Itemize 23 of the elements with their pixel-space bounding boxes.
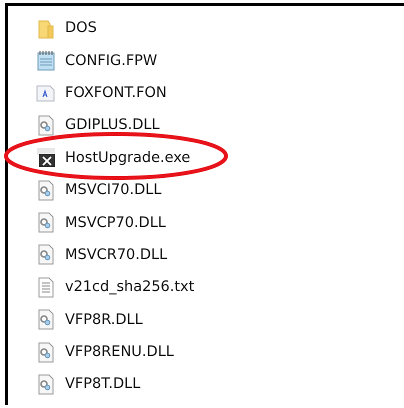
file-name[interactable]: GDIPLUS.DLL: [65, 117, 160, 134]
folder-icon: [36, 18, 56, 39]
gear-file-icon: [36, 114, 56, 136]
text-file-icon: [36, 276, 56, 298]
gear-file-icon: [36, 342, 56, 363]
file-name[interactable]: VFP8R.DLL: [65, 312, 143, 328]
file-name[interactable]: DOS: [65, 20, 97, 36]
file-name[interactable]: VFP8RENU.DLL: [65, 344, 174, 360]
file-name[interactable]: v21cd_sha256.txt: [65, 279, 194, 296]
file-name[interactable]: FOXFONT.FON: [65, 84, 167, 101]
file-name[interactable]: CONFIG.FPW: [65, 52, 158, 69]
gear-file-icon: [36, 212, 56, 234]
file-name[interactable]: MSVCI70.DLL: [65, 182, 162, 198]
gear-file-icon: [36, 244, 56, 266]
notepad-icon: [36, 50, 56, 72]
gear-file-icon: [36, 374, 56, 395]
gear-file-icon: [36, 309, 56, 330]
gear-file-icon: [36, 180, 56, 201]
file-name[interactable]: MSVCR70.DLL: [65, 246, 168, 263]
tools-app-icon: [36, 147, 56, 168]
file-name[interactable]: HostUpgrade.exe: [65, 150, 190, 166]
file-name[interactable]: VFP8T.DLL: [65, 376, 140, 392]
file-name[interactable]: MSVCP70.DLL: [65, 214, 166, 231]
